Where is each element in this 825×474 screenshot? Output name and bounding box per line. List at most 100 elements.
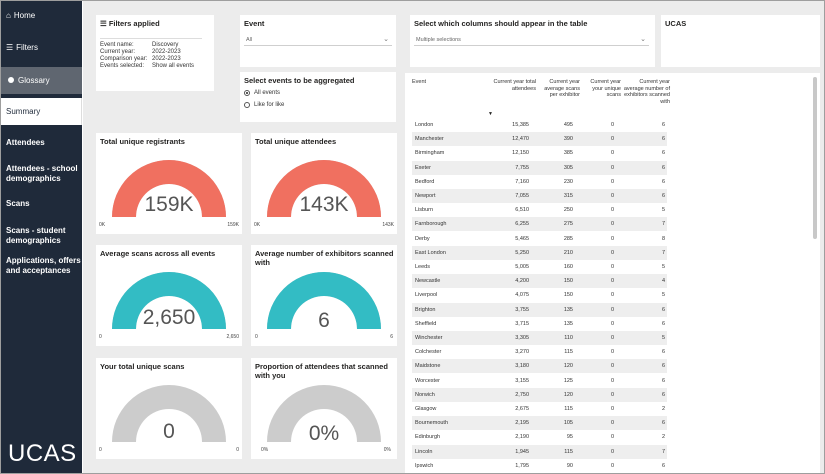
table-row[interactable]: Glasgow 2,675 115 0 2 bbox=[412, 402, 667, 416]
column-header-total-attendees[interactable]: Current year total attendees bbox=[485, 79, 537, 92]
table-row[interactable]: Worcester 3,155 125 0 6 bbox=[412, 374, 667, 388]
table-cell: 2 bbox=[661, 406, 665, 412]
table-cell: 0 bbox=[610, 335, 614, 341]
table-cell: 285 bbox=[563, 235, 573, 242]
table-row[interactable]: Leeds 5,005 160 0 5 bbox=[412, 260, 667, 274]
sort-descending-icon[interactable]: ▼ bbox=[488, 111, 493, 118]
table-row[interactable]: Farnborough 6,255 275 0 7 bbox=[412, 217, 667, 232]
radio-selected-icon bbox=[244, 90, 250, 96]
table-cell: 15,385 bbox=[512, 122, 529, 128]
table-cell: 6,255 bbox=[515, 221, 529, 228]
column-header-unique-scans[interactable]: Current year your unique scans bbox=[581, 79, 621, 99]
glossary-label: Glossary bbox=[18, 76, 50, 85]
vertical-scrollbar[interactable] bbox=[813, 77, 817, 239]
table-cell: 120 bbox=[563, 391, 573, 398]
table-row[interactable]: Sheffield 3,715 135 0 6 bbox=[412, 317, 667, 331]
table-cell: 6 bbox=[661, 150, 665, 157]
table-cell: 6 bbox=[661, 377, 665, 384]
table-cell: 5,005 bbox=[515, 264, 529, 270]
glossary-button[interactable]: Glossary bbox=[1, 67, 82, 94]
event-dropdown[interactable]: All ⌄ bbox=[244, 34, 392, 46]
filters-applied-card: ☰ Filters applied Event name: Discovery C… bbox=[96, 15, 214, 91]
table-row[interactable]: Manchester 12,470 390 0 6 bbox=[412, 132, 667, 147]
gauge-min-label: 0% bbox=[261, 447, 269, 453]
event-name-cell: Manchester bbox=[415, 136, 444, 143]
sidebar-item-scans-student-demographics[interactable]: Scans - student demographics bbox=[1, 226, 79, 246]
table-cell: 0 bbox=[610, 292, 614, 299]
table-row[interactable]: Lisburn 6,510 250 0 5 bbox=[412, 203, 667, 217]
event-name-cell: Winchester bbox=[415, 335, 443, 341]
event-name-cell: Maidstone bbox=[415, 363, 441, 370]
columns-dropdown[interactable]: Multiple selections ⌄ bbox=[414, 34, 649, 46]
table-row[interactable]: Maidstone 3,180 120 0 6 bbox=[412, 359, 667, 374]
column-header-event[interactable]: Event bbox=[412, 79, 426, 86]
sidebar-item-attendees[interactable]: Attendees bbox=[1, 138, 82, 148]
table-row[interactable]: Winchester 3,305 110 0 5 bbox=[412, 331, 667, 345]
table-cell: 0 bbox=[610, 193, 614, 199]
table-cell: 110 bbox=[564, 335, 573, 341]
table-cell: 0 bbox=[610, 420, 614, 427]
gauge-max-label: 143K bbox=[382, 222, 394, 228]
table-row[interactable]: Liverpool 4,075 150 0 5 bbox=[412, 288, 667, 302]
sidebar: ⌂ Home ☰ Filters Glossary Summary Attendee… bbox=[1, 1, 82, 473]
table-row[interactable]: Bedford 7,160 230 0 6 bbox=[412, 175, 667, 189]
table-cell: 6 bbox=[661, 122, 665, 128]
table-cell: 3,305 bbox=[515, 335, 529, 341]
chevron-down-icon: ⌄ bbox=[640, 36, 646, 43]
ucas-logo: UCAS bbox=[8, 440, 77, 467]
table-row[interactable]: Lincoln 1,945 115 0 7 bbox=[412, 444, 667, 459]
table-cell: 305 bbox=[563, 164, 573, 171]
table-cell: 0 bbox=[610, 221, 614, 228]
table-row[interactable]: Brighton 3,755 135 0 6 bbox=[412, 302, 667, 317]
table-cell: 0 bbox=[610, 235, 614, 242]
table-cell: 495 bbox=[563, 122, 573, 128]
table-row[interactable]: East London 5,250 210 0 7 bbox=[412, 245, 667, 260]
table-row[interactable]: Exeter 7,755 305 0 6 bbox=[412, 160, 667, 175]
filter-value: 2022-2023 bbox=[152, 49, 181, 55]
radio-label: Like for like bbox=[254, 102, 285, 108]
filters-nav-button[interactable]: ☰ Filters bbox=[1, 43, 82, 57]
table-cell: 125 bbox=[563, 377, 573, 384]
table-cell: 115 bbox=[564, 448, 573, 455]
table-row[interactable]: Norwich 2,750 120 0 6 bbox=[412, 387, 667, 402]
menu-icon: ☰ bbox=[6, 43, 14, 52]
table-row[interactable]: Bournemouth 2,195 105 0 6 bbox=[412, 416, 667, 431]
table-cell: 12,470 bbox=[512, 136, 529, 143]
table-cell: 3,270 bbox=[515, 349, 529, 356]
table-cell: 150 bbox=[563, 278, 573, 285]
column-header-average-exhibitors[interactable]: Current year average number of exhibitor… bbox=[620, 79, 670, 105]
table-cell: 150 bbox=[563, 292, 573, 299]
table-row[interactable]: Newcastle 4,200 150 0 4 bbox=[412, 274, 667, 289]
table-row[interactable]: London 15,385 495 0 6 bbox=[412, 118, 667, 132]
sidebar-item-applications-offers-acceptances[interactable]: Applications, offers and acceptances bbox=[1, 256, 82, 276]
columns-dropdown-value: Multiple selections bbox=[416, 37, 461, 43]
gauge-chart bbox=[112, 159, 226, 217]
column-header-average-scans[interactable]: Current year average scans per exhibitor bbox=[536, 79, 580, 99]
gauge-max-label: 0 bbox=[236, 447, 239, 453]
sidebar-item-scans[interactable]: Scans bbox=[1, 199, 82, 209]
radio-like-for-like[interactable]: Like for like bbox=[244, 102, 284, 108]
table-row[interactable]: Newport 7,055 315 0 6 bbox=[412, 189, 667, 203]
table-row[interactable]: Edinburgh 2,190 95 0 2 bbox=[412, 430, 667, 444]
gauge-max-label: 0% bbox=[383, 447, 391, 453]
table-cell: 0 bbox=[610, 249, 614, 256]
event-name-cell: Norwich bbox=[415, 391, 435, 398]
table-cell: 0 bbox=[610, 349, 614, 356]
table-row[interactable]: Derby 5,465 285 0 8 bbox=[412, 232, 667, 246]
home-nav-button[interactable]: ⌂ Home bbox=[1, 11, 82, 25]
table-row[interactable]: Colchester 3,270 115 0 6 bbox=[412, 345, 667, 359]
table-cell: 4 bbox=[661, 278, 665, 285]
columns-slicer-title: Select which columns should appear in th… bbox=[414, 19, 588, 28]
table-cell: 90 bbox=[566, 462, 573, 469]
sidebar-item-summary[interactable]: Summary bbox=[1, 98, 82, 125]
sidebar-item-attendees-school-demographics[interactable]: Attendees - school demographics bbox=[1, 164, 79, 184]
radio-all-events[interactable]: All events bbox=[244, 90, 280, 96]
gauge-card-unique-scans: Your total unique scans 0 0 0 bbox=[96, 358, 242, 459]
table-cell: 0 bbox=[610, 363, 614, 370]
table-cell: 3,155 bbox=[515, 377, 529, 384]
table-row[interactable]: Ipswich 1,795 90 0 6 bbox=[412, 459, 667, 473]
table-cell: 250 bbox=[563, 207, 573, 214]
table-row[interactable]: Birmingham 12,150 385 0 6 bbox=[412, 146, 667, 160]
table-cell: 6 bbox=[661, 306, 665, 313]
event-name-cell: Derby bbox=[415, 235, 430, 242]
